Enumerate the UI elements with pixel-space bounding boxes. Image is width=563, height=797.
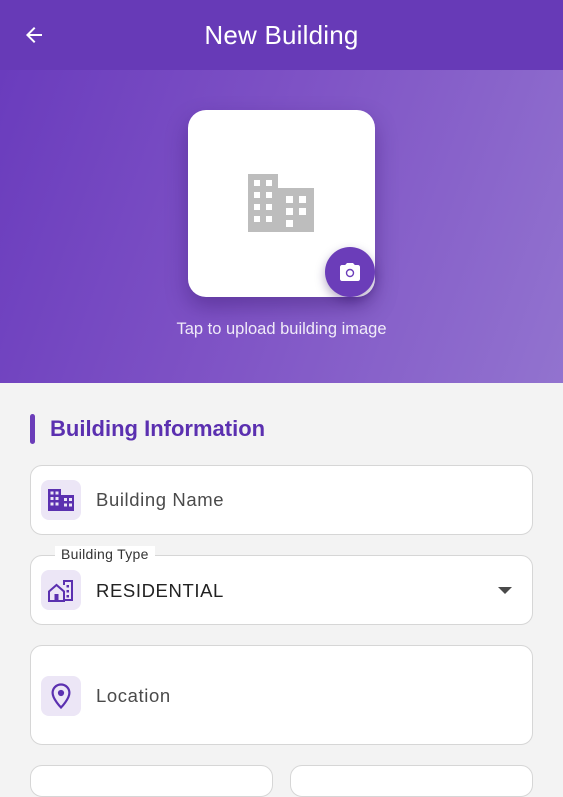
building-name-placeholder: Building Name bbox=[96, 489, 225, 510]
section-accent-bar bbox=[30, 414, 35, 444]
building-type-value: RESIDENTIAL bbox=[96, 580, 224, 601]
house-buildings-icon bbox=[41, 570, 81, 610]
section-title: Building Information bbox=[50, 416, 266, 441]
building-type-label: Building Type bbox=[55, 546, 155, 562]
page-title: New Building bbox=[204, 19, 359, 50]
building-icon bbox=[41, 480, 81, 520]
app-bar: New Building bbox=[0, 0, 563, 70]
location-field[interactable]: Location bbox=[30, 645, 533, 745]
location-pin-icon bbox=[41, 676, 81, 716]
building-image-upload[interactable] bbox=[188, 110, 375, 297]
image-upload-section: Tap to upload building image bbox=[0, 70, 563, 383]
camera-button[interactable] bbox=[325, 247, 375, 297]
chevron-down-icon bbox=[498, 587, 512, 594]
building-name-field[interactable]: Building Name bbox=[30, 465, 533, 535]
location-placeholder: Location bbox=[96, 685, 171, 706]
building-icon bbox=[248, 174, 314, 232]
section-header: Building Information bbox=[30, 414, 265, 444]
building-type-dropdown[interactable]: Building Type RESIDENTIAL bbox=[30, 546, 533, 625]
camera-icon bbox=[340, 263, 360, 281]
upload-hint: Tap to upload building image bbox=[176, 320, 387, 338]
